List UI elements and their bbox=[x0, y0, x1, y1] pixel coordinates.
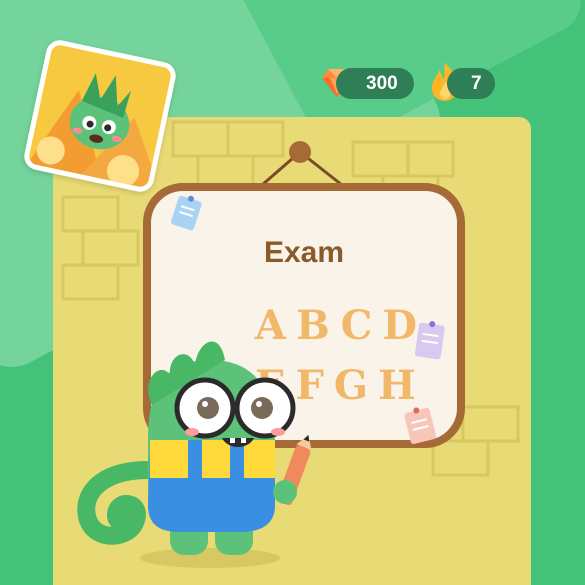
dino-avatar-icon bbox=[27, 73, 152, 189]
board-title: Exam bbox=[263, 236, 345, 269]
dino-student-character bbox=[77, 341, 312, 568]
gem-count: 300 bbox=[366, 73, 398, 94]
streak-counter[interactable]: 7 bbox=[447, 68, 495, 99]
gem-counter[interactable]: 300 bbox=[336, 68, 414, 99]
streak-count: 7 bbox=[471, 73, 482, 94]
player-avatar[interactable] bbox=[21, 37, 179, 195]
